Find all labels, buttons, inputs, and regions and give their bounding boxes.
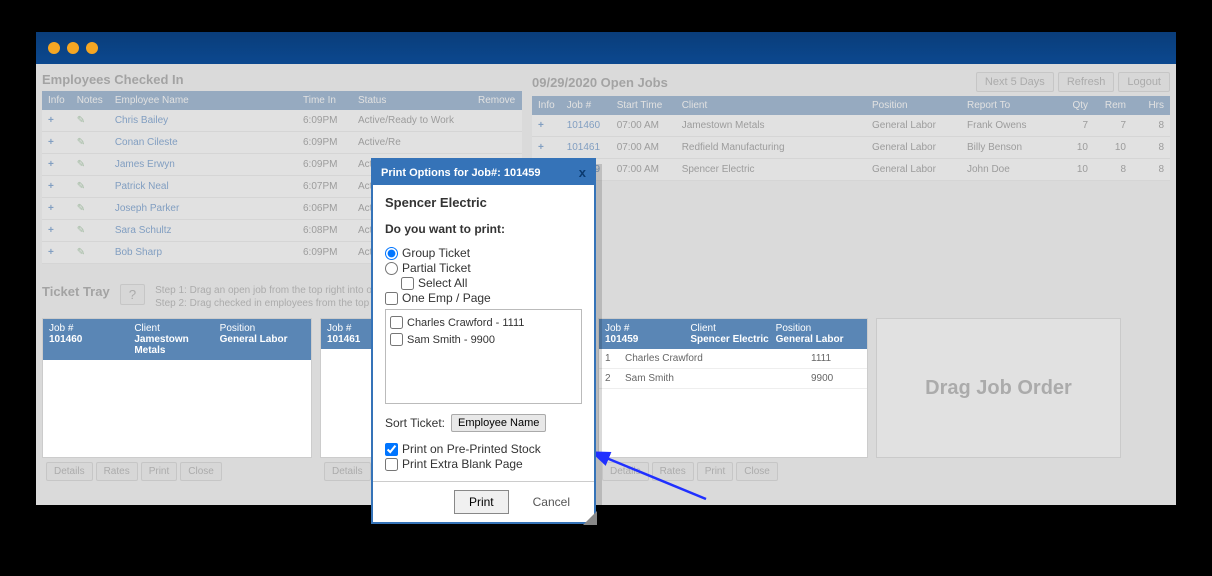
checkbox-extra-blank[interactable]: Print Extra Blank Page — [385, 457, 582, 471]
checkbox-one-emp-input[interactable] — [385, 292, 398, 305]
window-titlebar — [36, 32, 1176, 64]
checkbox-one-emp[interactable]: One Emp / Page — [385, 291, 582, 305]
dialog-question: Do you want to print: — [385, 222, 582, 236]
dialog-emp-row[interactable]: Sam Smith - 9900 — [390, 331, 577, 348]
radio-partial-ticket[interactable]: Partial Ticket — [385, 261, 582, 275]
card-pos-label: PositionGeneral Labor — [220, 323, 305, 356]
traffic-light[interactable] — [67, 42, 79, 54]
checkbox-preprinted-input[interactable] — [385, 443, 398, 456]
resize-handle-icon[interactable] — [583, 511, 597, 525]
dialog-print-button[interactable]: Print — [454, 490, 509, 514]
ticket-card[interactable]: Job #101459 ClientSpencer Electric Posit… — [598, 318, 868, 458]
card-job-label: Job #101459 — [605, 323, 690, 345]
card-client-label: ClientSpencer Electric — [690, 323, 775, 345]
radio-partial-ticket-input[interactable] — [385, 262, 398, 275]
radio-group-ticket[interactable]: Group Ticket — [385, 246, 582, 260]
dialog-close-button[interactable]: x — [579, 165, 586, 180]
radio-group-ticket-input[interactable] — [385, 247, 398, 260]
checkbox-select-all-input[interactable] — [401, 277, 414, 290]
ticket-card[interactable]: Job #101460 ClientJamestown Metals Posit… — [42, 318, 312, 458]
print-dialog: Print Options for Job#: 101459 x Spencer… — [371, 158, 596, 524]
sort-ticket-button[interactable]: Employee Name — [451, 414, 546, 432]
dialog-emp-checkbox[interactable] — [390, 333, 403, 346]
dialog-client: Spencer Electric — [385, 195, 582, 210]
dialog-title: Print Options for Job#: 101459 — [381, 167, 541, 179]
dialog-emp-row[interactable]: Charles Crawford - 1111 — [390, 314, 577, 331]
card-pos-label: PositionGeneral Labor — [776, 323, 861, 345]
checkbox-extra-blank-input[interactable] — [385, 458, 398, 471]
sort-label: Sort Ticket: — [385, 416, 445, 430]
card-emp-row[interactable]: 2Sam Smith9900 — [599, 369, 867, 389]
card-job-label: Job #101460 — [49, 323, 134, 356]
checkbox-select-all[interactable]: Select All — [401, 276, 582, 290]
traffic-light[interactable] — [48, 42, 60, 54]
card-client-label: ClientJamestown Metals — [134, 323, 219, 356]
dialog-emp-checkbox[interactable] — [390, 316, 403, 329]
dialog-cancel-button[interactable]: Cancel — [519, 490, 584, 514]
traffic-light[interactable] — [86, 42, 98, 54]
checkbox-preprinted[interactable]: Print on Pre-Printed Stock — [385, 442, 582, 456]
employee-select-list: Charles Crawford - 1111 Sam Smith - 9900 — [385, 309, 582, 404]
card-emp-row[interactable]: 1Charles Crawford1111 — [599, 349, 867, 369]
